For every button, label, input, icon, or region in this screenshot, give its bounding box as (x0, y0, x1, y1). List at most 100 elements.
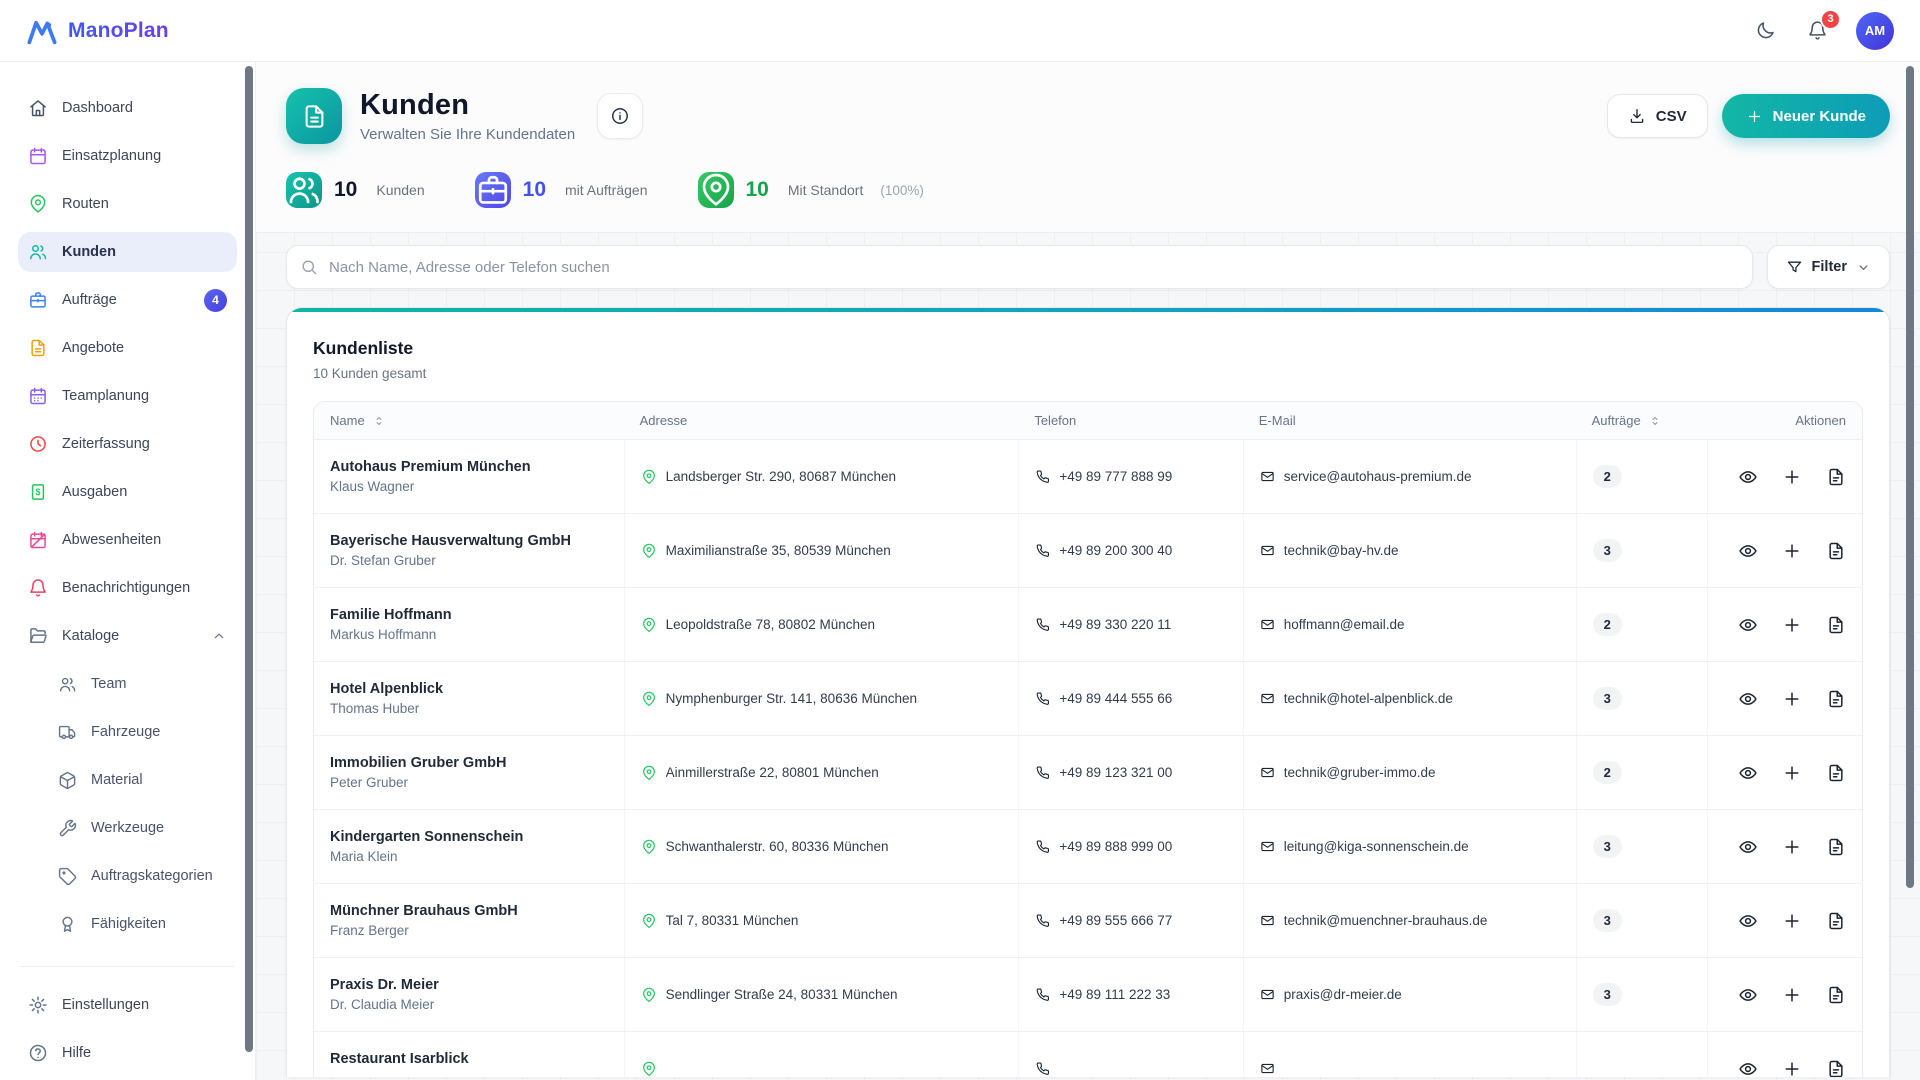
sidebar-item-team[interactable]: Team (18, 664, 237, 704)
sort-icon[interactable] (1648, 414, 1662, 428)
file-icon (1826, 837, 1846, 857)
view-customer-button[interactable] (1738, 1059, 1758, 1078)
table-row[interactable]: Münchner Brauhaus GmbH Franz Berger Tal … (314, 883, 1862, 957)
customer-document-button[interactable] (1826, 541, 1846, 561)
phone-icon (1035, 839, 1050, 854)
table-row[interactable]: Kindergarten Sonnenschein Maria Klein Sc… (314, 809, 1862, 883)
eye-icon (1738, 985, 1758, 1005)
add-order-button[interactable] (1782, 689, 1802, 709)
sidebar-item-dashboard[interactable]: Dashboard (18, 88, 237, 128)
customer-document-button[interactable] (1826, 911, 1846, 931)
sidebar-item-auftragskategorien[interactable]: Auftragskategorien (18, 856, 237, 896)
sidebar-item-teamplanung[interactable]: Teamplanung (18, 376, 237, 416)
sidebar-item-angebote[interactable]: Angebote (18, 328, 237, 368)
sidebar-item-kunden[interactable]: Kunden (18, 232, 237, 272)
customer-document-button[interactable] (1826, 689, 1846, 709)
sidebar-item-einsatzplanung[interactable]: Einsatzplanung (18, 136, 237, 176)
customer-document-button[interactable] (1826, 1059, 1846, 1078)
add-order-button[interactable] (1782, 467, 1802, 487)
phone-icon (1035, 987, 1050, 1002)
csv-label: CSV (1655, 107, 1687, 125)
table-row[interactable]: Immobilien Gruber GmbH Peter Gruber Ainm… (314, 735, 1862, 809)
column-header-label: Name (330, 413, 365, 428)
view-customer-button[interactable] (1738, 985, 1758, 1005)
add-order-button[interactable] (1782, 1059, 1802, 1078)
phone-icon (1035, 765, 1050, 780)
view-customer-button[interactable] (1738, 763, 1758, 783)
customer-email: leitung@kiga-sonnenschein.de (1283, 839, 1469, 854)
mail-icon (1260, 987, 1275, 1002)
customer-name: Hotel Alpenblick (330, 680, 444, 697)
csv-export-button[interactable]: CSV (1606, 94, 1708, 138)
table-row[interactable]: Bayerische Hausverwaltung GmbH Dr. Stefa… (314, 513, 1862, 587)
view-customer-button[interactable] (1738, 541, 1758, 561)
sort-icon[interactable] (372, 414, 386, 428)
orders-count-badge: 3 (1592, 835, 1622, 858)
column-header-auftraege[interactable]: Aufträge (1576, 402, 1708, 439)
sidebar-item-werkzeuge[interactable]: Werkzeuge (18, 808, 237, 848)
briefcase-icon (28, 290, 48, 310)
table-row[interactable]: Praxis Dr. Meier Dr. Claudia Meier Sendl… (314, 957, 1862, 1031)
customer-email: technik@hotel-alpenblick.de (1283, 691, 1453, 706)
notifications-button[interactable]: 3 (1804, 8, 1841, 44)
sidebar-item-benachrichtigungen[interactable]: Benachrichtigungen (18, 568, 237, 608)
customer-document-button[interactable] (1826, 467, 1846, 487)
sidebar-item-label: Einsatzplanung (62, 148, 162, 164)
info-icon (610, 106, 630, 126)
add-order-button[interactable] (1782, 541, 1802, 561)
sidebar-item-auftraege[interactable]: Aufträge 4 (18, 280, 237, 320)
view-customer-button[interactable] (1738, 615, 1758, 635)
view-customer-button[interactable] (1738, 467, 1758, 487)
customer-contact: Klaus Wagner (330, 478, 415, 494)
customer-phone: +49 89 111 222 33 (1059, 987, 1171, 1002)
sidebar-item-faehigkeiten[interactable]: Fähigkeiten (18, 904, 237, 944)
sidebar-item-label: Teamplanung (62, 388, 150, 404)
avatar[interactable]: AM (1856, 11, 1894, 50)
table-row[interactable]: Familie Hoffmann Markus Hoffmann Leopold… (314, 587, 1862, 661)
view-customer-button[interactable] (1738, 689, 1758, 709)
info-button[interactable] (597, 93, 644, 139)
stat-value: 10 (745, 178, 769, 201)
add-order-button[interactable] (1782, 985, 1802, 1005)
customer-name: Bayerische Hausverwaltung GmbH (330, 532, 571, 549)
sidebar-item-ausgaben[interactable]: $ Ausgaben (18, 472, 237, 512)
add-order-button[interactable] (1782, 763, 1802, 783)
column-header-label: Aktionen (1795, 413, 1846, 428)
chevron-up-icon[interactable] (211, 628, 227, 644)
sidebar-item-zeiterfassung[interactable]: Zeiterfassung (18, 424, 237, 464)
mail-icon (1260, 839, 1275, 854)
filter-button[interactable]: Filter (1766, 245, 1890, 289)
customer-address: Landsberger Str. 290, 80687 München (665, 469, 897, 484)
table-header-row: Name Adresse Telefon E-Mail Aufträge Akt… (314, 402, 1862, 439)
sidebar-item-hilfe[interactable]: Hilfe (18, 1033, 237, 1073)
sidebar-item-badge: 4 (204, 288, 227, 312)
table-row[interactable]: Restaurant Isarblick (314, 1031, 1862, 1077)
brand-logo[interactable]: ManoPlan (26, 15, 169, 47)
add-order-button[interactable] (1782, 837, 1802, 857)
eye-icon (1738, 837, 1758, 857)
new-customer-button[interactable]: Neuer Kunde (1721, 94, 1890, 138)
view-customer-button[interactable] (1738, 911, 1758, 931)
customer-document-button[interactable] (1826, 615, 1846, 635)
sidebar-item-material[interactable]: Material (18, 760, 237, 800)
sidebar-item-kataloge[interactable]: Kataloge (18, 616, 237, 656)
sidebar-item-einstellungen[interactable]: Einstellungen (18, 985, 237, 1025)
customer-document-button[interactable] (1826, 985, 1846, 1005)
sidebar-item-fahrzeuge[interactable]: Fahrzeuge (18, 712, 237, 752)
customer-document-button[interactable] (1826, 763, 1846, 783)
table-row[interactable]: Autohaus Premium München Klaus Wagner La… (314, 439, 1862, 513)
sidebar-item-routen[interactable]: Routen (18, 184, 237, 224)
dark-mode-toggle[interactable] (1752, 18, 1778, 44)
view-customer-button[interactable] (1738, 837, 1758, 857)
search-input[interactable] (286, 245, 1753, 289)
search-box (286, 245, 1753, 289)
sidebar-item-abwesenheiten[interactable]: Abwesenheiten (18, 520, 237, 560)
main-scrollbar[interactable] (1906, 66, 1914, 888)
sidebar-scrollbar[interactable] (245, 66, 253, 1052)
table-row[interactable]: Hotel Alpenblick Thomas Huber Nymphenbur… (314, 661, 1862, 735)
add-order-button[interactable] (1782, 615, 1802, 635)
column-header-name[interactable]: Name (314, 402, 624, 439)
notification-badge: 3 (1820, 8, 1841, 30)
customer-document-button[interactable] (1826, 837, 1846, 857)
add-order-button[interactable] (1782, 911, 1802, 931)
